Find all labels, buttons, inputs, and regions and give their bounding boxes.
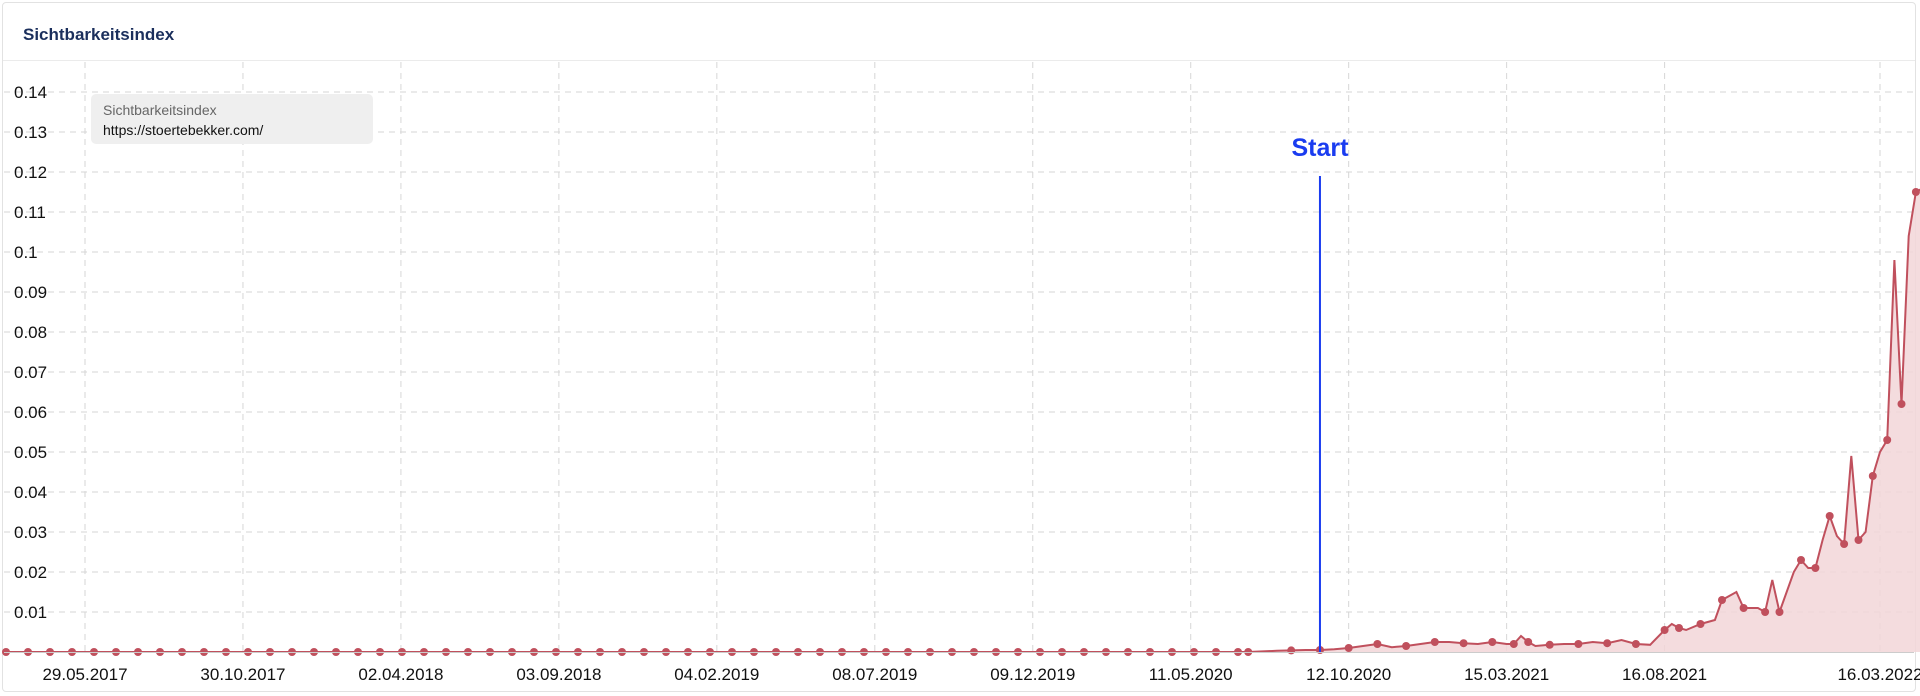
y-axis: 0.01 0.02 0.03 0.04 0.05 0.06 0.07 0.08 0.09 0.1 0… xyxy=(14,83,47,622)
data-point xyxy=(1660,626,1669,634)
data-point xyxy=(1797,556,1805,564)
x-tick-label: 08.07.2019 xyxy=(832,665,917,684)
series-area xyxy=(6,189,1920,652)
y-tick-label: 0.07 xyxy=(14,363,47,382)
x-tick-label: 16.03.2022 xyxy=(1837,665,1920,684)
area-fill xyxy=(6,189,1920,652)
data-point xyxy=(1811,564,1820,572)
x-tick-label: 09.12.2019 xyxy=(990,665,1075,684)
x-tick-label: 11.05.2020 xyxy=(1149,665,1233,684)
data-point xyxy=(1761,608,1770,616)
data-point xyxy=(1459,639,1468,648)
data-point xyxy=(1854,536,1863,544)
y-tick-label: 0.02 xyxy=(14,563,47,582)
grid xyxy=(4,62,1914,652)
start-label: Start xyxy=(1291,134,1349,162)
x-tick-label: 29.05.2017 xyxy=(42,665,127,684)
x-axis: 29.05.2017 30.10.2017 02.04.2018 03.09.2018… xyxy=(4,652,1920,684)
data-point xyxy=(1402,642,1411,650)
y-tick-label: 0.09 xyxy=(14,283,47,302)
data-point xyxy=(1825,512,1834,520)
data-point xyxy=(1287,646,1296,655)
x-tick-label: 30.10.2017 xyxy=(200,665,285,684)
data-point xyxy=(1574,640,1583,648)
y-tick-label: 0.06 xyxy=(14,403,47,422)
data-point xyxy=(1675,624,1683,632)
data-point xyxy=(1373,640,1382,648)
y-tick-label: 0.14 xyxy=(14,83,47,102)
visibility-chart: 0.01 0.02 0.03 0.04 0.05 0.06 0.07 0.08 0.09 0.1 0… xyxy=(2,62,1920,684)
y-tick-label: 0.05 xyxy=(14,443,47,462)
y-tick-label: 0.1 xyxy=(14,243,38,262)
y-tick-label: 0.08 xyxy=(14,323,47,342)
data-point xyxy=(1696,620,1705,628)
legend-title: Sichtbarkeitsindex xyxy=(103,102,217,118)
series-line xyxy=(6,188,1920,653)
data-point xyxy=(1430,638,1439,646)
data-point xyxy=(1603,639,1612,648)
x-tick-label: 02.04.2018 xyxy=(358,665,443,684)
data-point xyxy=(1775,608,1784,616)
y-tick-label: 0.12 xyxy=(14,163,47,182)
x-tick-label: 03.09.2018 xyxy=(516,665,601,684)
x-tick-label: 15.03.2021 xyxy=(1464,665,1549,684)
data-point xyxy=(1868,472,1877,480)
y-tick-label: 0.11 xyxy=(14,203,46,222)
data-point xyxy=(1509,640,1518,648)
legend-box: Sichtbarkeitsindex https://stoertebekker… xyxy=(91,94,373,144)
series-points xyxy=(2,188,1920,656)
y-tick-label: 0.04 xyxy=(14,483,47,502)
data-point xyxy=(1488,638,1497,646)
data-point xyxy=(1631,640,1640,648)
data-point xyxy=(1344,644,1353,652)
data-point xyxy=(1739,604,1748,612)
x-tick-label: 12.10.2020 xyxy=(1306,665,1391,684)
y-tick-label: 0.01 xyxy=(14,603,47,622)
series-line-path xyxy=(6,188,1920,653)
data-point xyxy=(1545,640,1554,649)
legend-domain: https://stoertebekker.com/ xyxy=(103,122,263,138)
x-tick-label: 16.08.2021 xyxy=(1622,665,1707,684)
data-point xyxy=(1883,436,1892,444)
y-tick-label: 0.03 xyxy=(14,523,47,542)
y-tick-label: 0.13 xyxy=(14,123,47,142)
data-point xyxy=(1911,188,1920,196)
x-tick-label: 04.02.2019 xyxy=(674,665,759,684)
data-point xyxy=(1718,596,1726,604)
data-point xyxy=(1524,638,1533,646)
data-point xyxy=(1840,540,1849,548)
data-point xyxy=(1897,400,1906,408)
